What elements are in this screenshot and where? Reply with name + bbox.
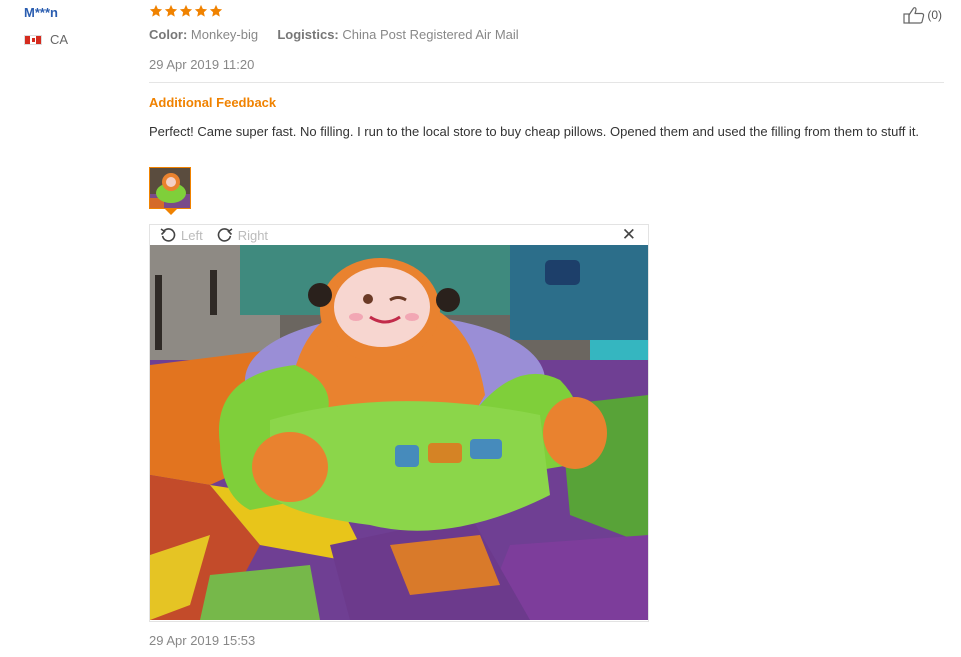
color-value: Monkey-big (190, 27, 259, 42)
additional-feedback-text: Perfect! Came super fast. No filling. I … (149, 124, 920, 139)
rotate-right-icon (217, 228, 233, 242)
star-icon (194, 4, 208, 17)
image-viewer-toolbar: Left Right ✕ (150, 225, 648, 245)
logistics-value: China Post Registered Air Mail (342, 27, 519, 42)
country-code: CA (50, 32, 69, 47)
rotate-right-label: Right (237, 227, 269, 243)
canada-flag-icon (24, 35, 42, 45)
reviewer-name: M***n (24, 5, 58, 20)
divider (149, 82, 944, 83)
rotate-right-button[interactable]: Right (217, 227, 268, 243)
review-date: 29 Apr 2019 11:20 (149, 57, 255, 72)
logistics-label: Logistics: (277, 27, 339, 42)
review-photo-thumbnail[interactable] (149, 167, 191, 209)
rotate-left-icon (160, 228, 176, 242)
helpful-count: (0) (927, 8, 942, 22)
additional-feedback-title: Additional Feedback (149, 95, 277, 110)
star-icon (209, 4, 223, 17)
close-icon[interactable]: ✕ (622, 226, 636, 244)
reviewer-info: M***n CA (24, 4, 134, 48)
reviewer-country: CA (24, 32, 134, 48)
star-icon (164, 4, 178, 17)
color-label: Color: (149, 27, 188, 42)
product-attributes: Color: Monkey-big Logistics: China Post … (149, 27, 519, 42)
thumbnail-pointer (165, 209, 177, 215)
review-photo (150, 245, 648, 620)
star-rating (149, 4, 223, 18)
product-photo-thumb (150, 168, 190, 208)
star-icon (149, 4, 163, 17)
thumbs-up-icon (903, 7, 925, 24)
rotate-left-label: Left (181, 227, 203, 243)
star-icon (179, 4, 193, 17)
product-photo (150, 245, 648, 620)
image-viewer: Left Right ✕ (149, 224, 649, 622)
rotate-left-button[interactable]: Left (160, 227, 203, 243)
additional-feedback-date: 29 Apr 2019 15:53 (149, 633, 256, 648)
helpful-button[interactable]: (0) (903, 6, 942, 24)
